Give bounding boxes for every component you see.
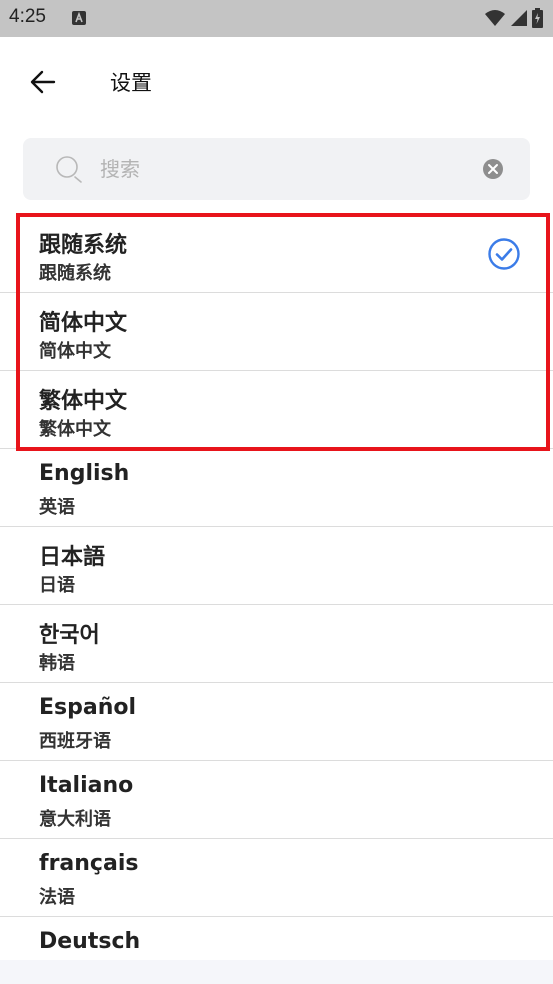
bottom-strip [0,960,553,984]
wifi-icon [485,10,505,26]
language-item[interactable]: 日本語 日语 [0,527,553,605]
language-secondary-label: 法语 [39,887,75,908]
language-primary-label: français [39,851,139,876]
language-secondary-label: 繁体中文 [39,419,111,440]
language-secondary-label: 简体中文 [39,341,111,362]
language-secondary-label: 日语 [39,575,75,596]
language-item[interactable]: 한국어 韩语 [0,605,553,683]
search-box[interactable] [23,138,530,200]
page-title: 设置 [110,71,152,95]
language-item[interactable]: Español 西班牙语 [0,683,553,761]
signal-icon [511,10,527,26]
status-bar: 4:25 [0,0,553,37]
language-item[interactable]: 简体中文 简体中文 [0,293,553,371]
status-icons [484,8,543,28]
search-icon [56,156,82,183]
battery-icon [532,8,543,28]
language-item[interactable]: Italiano 意大利语 [0,761,553,839]
language-item[interactable]: 跟随系统 跟随系统 [0,215,553,293]
arrow-left-icon [30,70,56,94]
language-item[interactable]: français 法语 [0,839,553,917]
language-item[interactable]: 繁体中文 繁体中文 [0,371,553,449]
search-input[interactable] [100,138,470,200]
check-icon [488,238,520,270]
language-primary-label: 日本語 [39,545,106,570]
clear-icon[interactable] [482,158,504,180]
language-secondary-label: 跟随系统 [39,263,111,284]
back-button[interactable] [22,61,64,103]
language-primary-label: 한국어 [39,623,100,648]
language-item[interactable]: English 英语 [0,449,553,527]
language-primary-label: English [39,461,130,486]
status-time: 4:25 [9,6,46,27]
language-secondary-label: 西班牙语 [39,731,111,752]
language-item[interactable]: Deutsch [0,917,553,960]
language-primary-label: Español [39,695,137,720]
a-notification-icon [72,11,86,25]
language-secondary-label: 意大利语 [39,809,111,830]
language-primary-label: 跟随系统 [39,233,128,258]
language-primary-label: Deutsch [39,929,141,954]
language-secondary-label: 英语 [39,497,75,518]
app-bar: 设置 [0,37,553,125]
language-list: 跟随系统 跟随系统 简体中文 简体中文 繁体中文 繁体中文 English 英语… [0,215,553,960]
language-primary-label: 简体中文 [39,311,128,336]
language-primary-label: Italiano [39,773,134,798]
language-primary-label: 繁体中文 [39,389,128,414]
language-secondary-label: 韩语 [39,653,75,674]
